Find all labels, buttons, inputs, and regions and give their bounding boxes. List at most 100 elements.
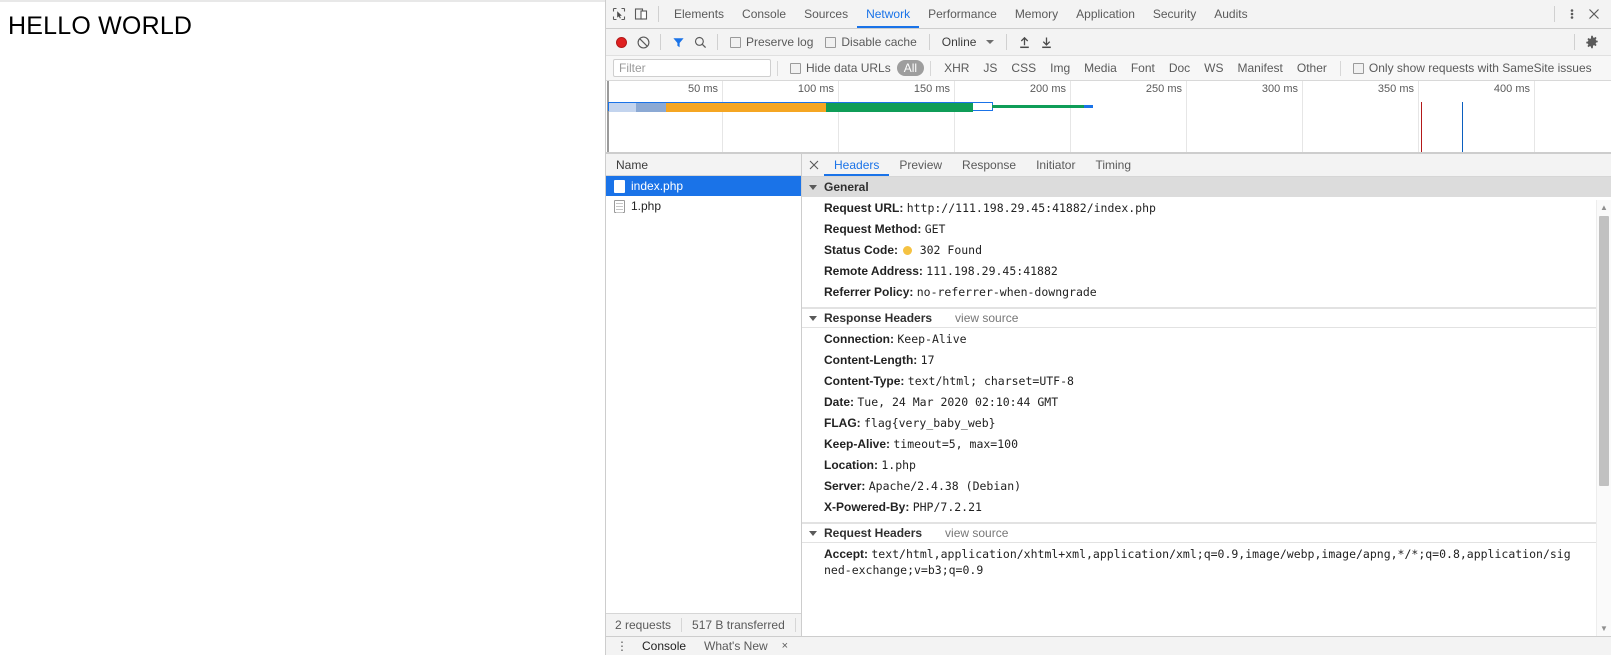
view-source-link[interactable]: view source: [955, 311, 1018, 325]
header-key: Keep-Alive:: [824, 436, 891, 451]
overview-seg-download: [826, 103, 973, 112]
drawer-tab-whats-new[interactable]: What's New: [696, 639, 776, 653]
header-key: Accept:: [824, 546, 869, 561]
disable-cache-checkbox[interactable]: Disable cache: [819, 35, 922, 49]
overview-tick-400ms: 400 ms: [1493, 83, 1530, 95]
filter-type-all[interactable]: All: [896, 60, 925, 76]
tab-security[interactable]: Security: [1144, 1, 1205, 28]
filter-type-other[interactable]: Other: [1290, 60, 1334, 76]
section-header-response-headers[interactable]: Response Headers view source: [802, 308, 1611, 328]
network-toolbar-right: [1568, 31, 1607, 53]
disable-cache-box[interactable]: [825, 36, 837, 48]
tab-audits[interactable]: Audits: [1205, 1, 1256, 28]
request-detail-panel: Headers Preview Response Initiator Timin…: [802, 154, 1611, 636]
header-row-status-code: Status Code: 302 Found: [802, 239, 1611, 260]
header-row-referrer-policy: Referrer Policy: no-referrer-when-downgr…: [802, 281, 1611, 302]
request-row-1-php[interactable]: 1.php: [606, 196, 801, 216]
section-title: Response Headers: [824, 311, 933, 325]
preserve-log-box[interactable]: [730, 36, 741, 48]
header-key: Request Method:: [824, 221, 922, 236]
overview-tick-350ms: 350 ms: [1377, 83, 1414, 95]
filter-type-manifest[interactable]: Manifest: [1231, 60, 1290, 76]
clear-icon[interactable]: [632, 31, 654, 53]
samesite-issues-box[interactable]: [1352, 62, 1364, 74]
chevron-down-icon: [809, 531, 817, 536]
close-icon[interactable]: [1583, 3, 1605, 25]
filter-type-doc[interactable]: Doc: [1162, 60, 1197, 76]
import-har-icon[interactable]: [1013, 31, 1035, 53]
record-button-icon[interactable]: [610, 31, 632, 53]
tab-network[interactable]: Network: [857, 1, 920, 28]
header-key: Server:: [824, 478, 866, 493]
gear-icon[interactable]: [1581, 31, 1603, 53]
kebab-menu-icon[interactable]: ⋮: [612, 640, 632, 652]
scroll-down-arrow-icon[interactable]: ▼: [1597, 621, 1611, 636]
scroll-up-arrow-icon[interactable]: ▲: [1597, 200, 1611, 215]
header-key: Date:: [824, 394, 855, 409]
tab-headers[interactable]: Headers: [824, 154, 890, 176]
net-toolbar-divider-3: [928, 34, 930, 50]
filter-type-js[interactable]: JS: [976, 60, 1004, 76]
device-toolbar-icon[interactable]: [630, 3, 652, 25]
request-list-column-name[interactable]: Name: [606, 154, 801, 176]
scrollbar-thumb[interactable]: [1599, 216, 1609, 486]
request-name: 1.php: [631, 199, 662, 213]
samesite-issues-checkbox[interactable]: Only show requests with SameSite issues: [1347, 61, 1598, 75]
filter-divider-1: [777, 60, 778, 76]
tab-timing[interactable]: Timing: [1085, 154, 1141, 176]
throttle-value: Online: [941, 35, 977, 49]
kebab-menu-icon[interactable]: [1561, 3, 1583, 25]
section-body-response-headers: Connection: Keep-Alive Content-Length: 1…: [802, 328, 1611, 517]
header-row-connection: Connection: Keep-Alive: [802, 328, 1611, 349]
filter-type-ws[interactable]: WS: [1197, 60, 1230, 76]
tabbar-right-actions: [1548, 3, 1609, 25]
header-key: Content-Type:: [824, 373, 905, 388]
overview-event-domcontentloaded: [1462, 102, 1463, 153]
section-header-request-headers[interactable]: Request Headers view source: [802, 523, 1611, 543]
filter-type-media[interactable]: Media: [1077, 60, 1124, 76]
filter-funnel-icon[interactable]: [667, 31, 689, 53]
header-value: http://111.198.29.45:41882/index.php: [906, 200, 1156, 215]
tab-application[interactable]: Application: [1067, 1, 1144, 28]
close-detail-icon[interactable]: [804, 154, 824, 176]
tab-sources[interactable]: Sources: [795, 1, 857, 28]
overview-request-bar: [608, 102, 993, 112]
search-input[interactable]: [613, 59, 771, 77]
tab-console[interactable]: Console: [733, 1, 795, 28]
hide-data-urls-box[interactable]: [790, 62, 801, 74]
overview-tick-300ms: 300 ms: [1261, 83, 1298, 95]
header-key: Status Code:: [824, 242, 899, 257]
network-overview-timeline[interactable]: 50 ms 100 ms 150 ms 200 ms 250 ms 300 ms…: [606, 81, 1611, 154]
tab-response[interactable]: Response: [952, 154, 1026, 176]
drawer-tab-console[interactable]: Console: [634, 639, 694, 653]
net-toolbar-divider-4: [1006, 34, 1008, 50]
search-icon[interactable]: [689, 31, 711, 53]
view-source-link[interactable]: view source: [945, 526, 1008, 540]
export-har-icon[interactable]: [1035, 31, 1057, 53]
header-row-keep-alive: Keep-Alive: timeout=5, max=100: [802, 433, 1611, 454]
request-row-index-php[interactable]: index.php: [606, 176, 801, 196]
preserve-log-checkbox[interactable]: Preserve log: [724, 35, 819, 49]
section-header-general[interactable]: General: [802, 177, 1611, 197]
header-key: Content-Length:: [824, 352, 918, 367]
hide-data-urls-checkbox[interactable]: Hide data URLs: [784, 61, 897, 75]
drawer-close-icon[interactable]: ×: [778, 640, 788, 652]
filter-type-xhr[interactable]: XHR: [937, 60, 976, 76]
header-row-content-type: Content-Type: text/html; charset=UTF-8: [802, 370, 1611, 391]
filter-type-css[interactable]: CSS: [1004, 60, 1043, 76]
filter-type-font[interactable]: Font: [1124, 60, 1162, 76]
filter-type-img[interactable]: Img: [1043, 60, 1077, 76]
overview-tick-200ms: 200 ms: [1029, 83, 1066, 95]
request-list-body: index.php 1.php: [606, 176, 801, 613]
inspect-element-icon[interactable]: [608, 3, 630, 25]
tab-performance[interactable]: Performance: [919, 1, 1006, 28]
tab-initiator[interactable]: Initiator: [1026, 154, 1085, 176]
tab-elements[interactable]: Elements: [665, 1, 733, 28]
overview-bottom-border: [606, 152, 1611, 153]
tab-preview[interactable]: Preview: [889, 154, 952, 176]
detail-scrollbar[interactable]: ▲ ▼: [1596, 200, 1611, 636]
header-value: timeout=5, max=100: [893, 436, 1018, 451]
header-key: X-Powered-By:: [824, 499, 910, 514]
tab-memory[interactable]: Memory: [1006, 1, 1067, 28]
throttle-select[interactable]: Online: [936, 35, 1001, 49]
